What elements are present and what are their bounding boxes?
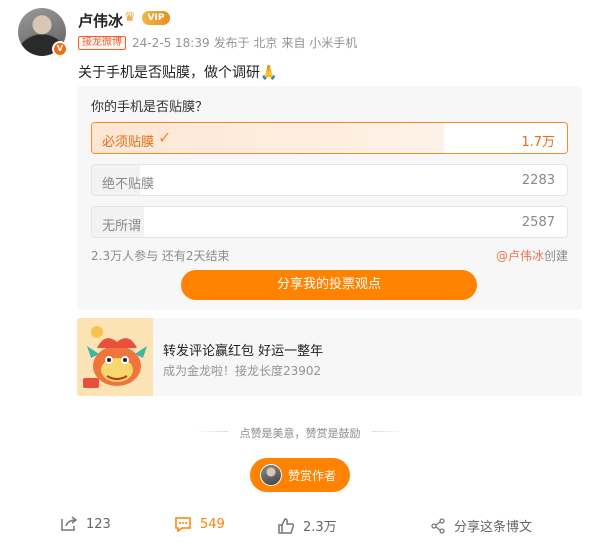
- avatar[interactable]: V: [18, 8, 68, 57]
- user-badges: ♛ VIP: [124, 11, 170, 25]
- reward-divider-text: 点赞是美意，赞赏是鼓励: [239, 427, 361, 440]
- like-button[interactable]: 2.3万: [277, 516, 337, 535]
- divider-right: [372, 431, 404, 432]
- share-icon: [431, 517, 445, 534]
- action-bar: 123 549 2.3万 分享这条博文: [0, 516, 600, 544]
- share-label: 分享这条博文: [454, 520, 533, 535]
- poll-option-label: 必须贴膜: [102, 135, 155, 150]
- poll-option-1[interactable]: 必须贴膜 ✓ 1.7万: [91, 122, 568, 154]
- reward-label: 赞赏作者: [288, 468, 337, 483]
- comment-icon: [175, 517, 191, 532]
- poll-option-count: 2283: [521, 173, 555, 188]
- promo-subtitle: 成为金龙啦！接龙长度23902: [163, 364, 322, 378]
- poll-question: 你的手机是否贴膜？: [91, 100, 209, 115]
- reward-author-button[interactable]: 赞赏作者: [250, 458, 350, 492]
- check-icon: ✓: [158, 128, 172, 147]
- poll-option-label: 绝不贴膜: [102, 177, 155, 192]
- share-vote-button[interactable]: 分享我的投票观点: [181, 270, 477, 300]
- forward-button[interactable]: 123: [60, 516, 111, 532]
- location: 发布于 北京: [213, 36, 278, 50]
- poll-option-count: 2587: [521, 215, 555, 230]
- post-text: 关于手机是否贴膜，做个调研🙏: [78, 62, 277, 82]
- poll-option-count: 1.7万: [521, 135, 555, 150]
- promo-card[interactable]: 转发评论赢红包 好运一整年 成为金龙啦！接龙长度23902: [77, 318, 582, 396]
- forward-icon: [61, 516, 78, 531]
- comment-button[interactable]: 549: [174, 516, 225, 532]
- vip-badge: VIP: [142, 11, 170, 25]
- verified-badge-icon: V: [52, 41, 68, 57]
- comment-count: 549: [200, 516, 225, 532]
- praying-hands-icon: 🙏: [260, 65, 278, 81]
- poll-participants: 2.3万人参与 还有2天结束: [91, 249, 230, 263]
- poll-card: 你的手机是否贴膜？ 必须贴膜 ✓ 1.7万 绝不贴膜 2283 无所谓 2587…: [77, 86, 582, 310]
- creator-suffix: 创建: [543, 249, 568, 263]
- username[interactable]: 卢伟冰: [78, 10, 123, 31]
- reward-avatar: [260, 464, 282, 486]
- like-icon: [278, 517, 295, 534]
- post-body: 关于手机是否贴膜，做个调研: [78, 65, 260, 81]
- dragon-illustration: [77, 318, 153, 396]
- poll-option-label: 无所谓: [102, 219, 142, 234]
- forward-count: 123: [86, 516, 111, 532]
- poll-option-3[interactable]: 无所谓 2587: [91, 206, 568, 238]
- post-meta: 接龙微博 24-2-5 18:39 发布于 北京 来自 小米手机: [78, 34, 361, 51]
- topic-tag[interactable]: 接龙微博: [78, 35, 126, 50]
- crown-icon: ♛: [124, 10, 136, 25]
- poll-option-2[interactable]: 绝不贴膜 2283: [91, 164, 568, 196]
- timestamp[interactable]: 24-2-5 18:39: [132, 36, 210, 50]
- like-count: 2.3万: [303, 520, 337, 535]
- creator-link[interactable]: @卢伟冰: [496, 249, 544, 263]
- source: 来自 小米手机: [281, 36, 358, 50]
- poll-creator: @卢伟冰创建: [496, 247, 568, 264]
- share-button[interactable]: 分享这条博文: [430, 516, 532, 535]
- promo-title: 转发评论赢红包 好运一整年: [163, 344, 324, 359]
